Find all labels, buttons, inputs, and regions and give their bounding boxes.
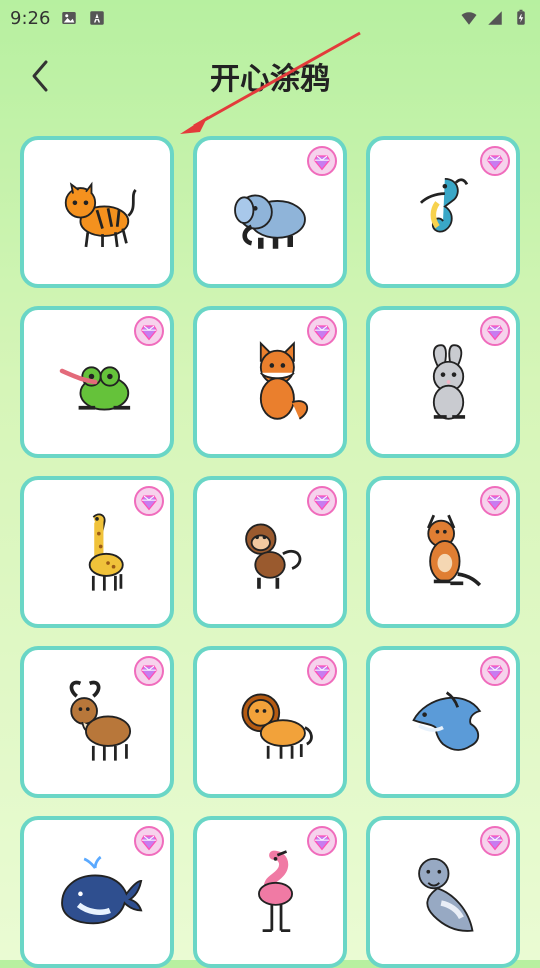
premium-badge xyxy=(307,316,337,346)
diamond-icon xyxy=(313,155,331,171)
premium-badge xyxy=(307,656,337,686)
diamond-icon xyxy=(313,495,331,511)
goat-icon xyxy=(49,674,145,770)
status-left: 9:26 xyxy=(10,8,106,29)
premium-badge xyxy=(134,486,164,516)
coloring-grid xyxy=(20,136,520,968)
diamond-icon xyxy=(486,155,504,171)
coloring-card-seahorse[interactable] xyxy=(366,136,520,288)
coloring-card-monkey[interactable] xyxy=(193,476,347,628)
giraffe-icon xyxy=(49,504,145,600)
frog-icon xyxy=(49,334,145,430)
diamond-icon xyxy=(486,835,504,851)
elephant-icon xyxy=(222,164,318,260)
coloring-card-rabbit[interactable] xyxy=(366,306,520,458)
gallery-icon xyxy=(62,12,77,24)
coloring-card-kangaroo[interactable] xyxy=(366,476,520,628)
premium-badge xyxy=(480,826,510,856)
coloring-card-tiger[interactable] xyxy=(20,136,174,288)
coloring-card-dolphin[interactable] xyxy=(366,646,520,798)
diamond-icon xyxy=(313,835,331,851)
coloring-card-giraffe[interactable] xyxy=(20,476,174,628)
premium-badge xyxy=(134,316,164,346)
coloring-card-elephant[interactable] xyxy=(193,136,347,288)
wifi-icon xyxy=(461,12,477,25)
coloring-card-lion[interactable] xyxy=(193,646,347,798)
flamingo-icon xyxy=(222,844,318,940)
rabbit-icon xyxy=(395,334,491,430)
coloring-card-seal[interactable] xyxy=(366,816,520,968)
kangaroo-icon xyxy=(395,504,491,600)
premium-badge xyxy=(307,826,337,856)
diamond-icon xyxy=(140,325,158,341)
premium-badge xyxy=(134,826,164,856)
diamond-icon xyxy=(140,495,158,511)
coloring-card-frog[interactable] xyxy=(20,306,174,458)
battery-icon xyxy=(517,9,525,25)
lion-icon xyxy=(222,674,318,770)
diamond-icon xyxy=(486,325,504,341)
fox-icon xyxy=(222,334,318,430)
annotation-arrow-icon xyxy=(180,31,361,134)
premium-badge xyxy=(480,656,510,686)
diamond-icon xyxy=(313,325,331,341)
premium-badge xyxy=(480,486,510,516)
text-a-icon xyxy=(90,11,105,25)
status-time: 9:26 xyxy=(10,7,51,29)
premium-badge xyxy=(480,316,510,346)
coloring-card-fox[interactable] xyxy=(193,306,347,458)
premium-badge xyxy=(134,656,164,686)
diamond-icon xyxy=(140,665,158,681)
seal-icon xyxy=(395,844,491,940)
tiger-icon xyxy=(49,164,145,260)
diamond-icon xyxy=(313,665,331,681)
signal-icon xyxy=(488,11,502,25)
coloring-card-flamingo[interactable] xyxy=(193,816,347,968)
whale-icon xyxy=(49,844,145,940)
diamond-icon xyxy=(140,835,158,851)
dolphin-icon xyxy=(395,674,491,770)
premium-badge xyxy=(307,146,337,176)
status-right xyxy=(460,9,530,27)
monkey-icon xyxy=(222,504,318,600)
diamond-icon xyxy=(486,495,504,511)
coloring-card-goat[interactable] xyxy=(20,646,174,798)
coloring-card-whale[interactable] xyxy=(20,816,174,968)
premium-badge xyxy=(307,486,337,516)
premium-badge xyxy=(480,146,510,176)
diamond-icon xyxy=(486,665,504,681)
seahorse-icon xyxy=(395,164,491,260)
